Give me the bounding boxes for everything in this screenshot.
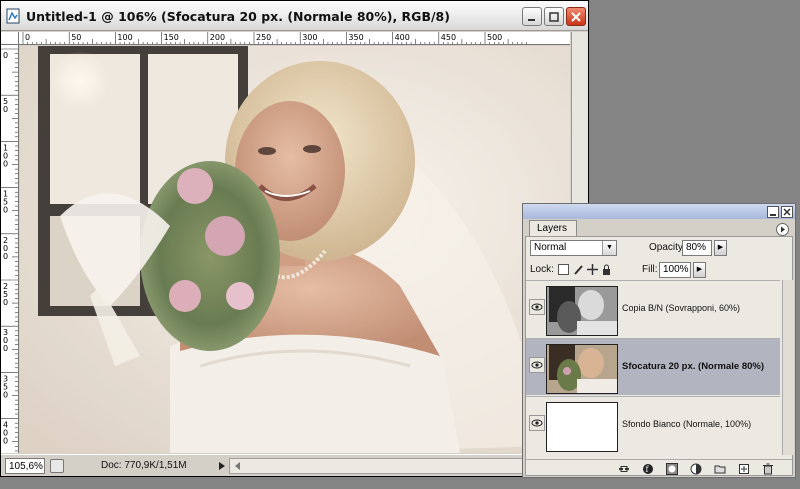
image-canvas[interactable]: [20, 46, 570, 453]
layers-panel: Layers Normal ▼ Opacity: 80% ▶ Lock: Fil…: [522, 203, 796, 478]
lock-all-icon[interactable]: [601, 264, 612, 275]
ruler-label: 500: [487, 33, 502, 42]
eye-icon: [531, 361, 543, 369]
lock-paint-icon[interactable]: [573, 264, 584, 275]
layer-name: Sfondo Bianco (Normale, 100%): [622, 419, 752, 429]
ruler-label: 100: [117, 33, 132, 42]
layer-visibility-toggle[interactable]: [529, 299, 545, 315]
layer-visibility-toggle[interactable]: [529, 357, 545, 373]
eye-icon: [531, 303, 543, 311]
ruler-label: 0: [25, 33, 30, 42]
ruler-label: 150: [164, 33, 179, 42]
maximize-button[interactable]: [544, 7, 564, 26]
layer-thumbnail: [546, 286, 618, 336]
ruler-label: 0: [3, 298, 8, 307]
ruler-label: 200: [210, 33, 225, 42]
eye-icon: [531, 419, 543, 427]
scroll-left-icon[interactable]: [231, 459, 245, 473]
lock-move-icon[interactable]: [587, 264, 598, 275]
layer-row[interactable]: Copia B/N (Sovrapponi, 60%): [526, 280, 780, 337]
horizontal-ruler[interactable]: 0 50 100 150 200 250 300 350 400 450 500: [19, 32, 570, 45]
ruler-label: 350: [348, 33, 363, 42]
blend-mode-value: Normal: [534, 242, 567, 253]
ruler-label: 0: [3, 51, 8, 60]
lock-transparency-icon[interactable]: [558, 264, 569, 275]
doc-size-info: Doc: 770,9K/1,51M: [101, 460, 187, 471]
layers-panel-body: Normal ▼ Opacity: 80% ▶ Lock: Fill: 100%…: [525, 236, 794, 477]
bride-photo: [20, 46, 570, 453]
close-icon: [571, 11, 581, 22]
fill-field[interactable]: 100%: [659, 262, 691, 278]
layer-style-icon[interactable]: f: [642, 463, 654, 475]
ruler-label: 0: [3, 252, 8, 261]
status-menu-arrow-icon[interactable]: [216, 459, 228, 473]
layers-scrollbar[interactable]: [782, 280, 794, 455]
document-title: Untitled-1 @ 106% (Sfocatura 20 px. (Nor…: [26, 9, 450, 24]
tab-layers[interactable]: Layers: [529, 220, 577, 237]
title-bar[interactable]: Untitled-1 @ 106% (Sfocatura 20 px. (Nor…: [1, 1, 588, 31]
trash-icon[interactable]: [762, 463, 774, 475]
horizontal-scrollbar[interactable]: [229, 458, 571, 474]
new-group-icon[interactable]: [714, 463, 726, 475]
ruler-label: 0: [3, 159, 8, 168]
layers-panel-footer: f: [526, 459, 792, 477]
ruler-label: 400: [395, 33, 410, 42]
ruler-label: 450: [441, 33, 456, 42]
panel-close-icon[interactable]: [781, 206, 793, 218]
minimize-button[interactable]: [522, 7, 542, 26]
ruler-label: 0: [3, 206, 8, 215]
ruler-ticks: 050100150200250300350400: [1, 48, 18, 452]
ruler-label: 300: [302, 33, 317, 42]
layer-row[interactable]: Sfondo Bianco (Normale, 100%): [526, 396, 780, 453]
document-window: Untitled-1 @ 106% (Sfocatura 20 px. (Nor…: [0, 0, 589, 477]
layers-panel-titlebar[interactable]: [523, 204, 795, 219]
status-info-icon[interactable]: [50, 459, 64, 473]
layer-thumbnail: [546, 344, 618, 394]
ruler-label: 0: [3, 390, 8, 399]
layer-visibility-toggle[interactable]: [529, 415, 545, 431]
minimize-icon: [528, 18, 535, 21]
ruler-label: 50: [71, 33, 81, 42]
panel-minimize-icon[interactable]: [767, 206, 779, 218]
ruler-label: 0: [3, 344, 8, 353]
close-button[interactable]: [566, 7, 586, 26]
photoshop-doc-icon: [6, 8, 20, 24]
ruler-corner[interactable]: [1, 32, 19, 45]
link-layers-icon[interactable]: [618, 463, 630, 475]
ruler-label: 0: [3, 105, 8, 114]
new-layer-icon[interactable]: [738, 463, 750, 475]
layer-mask-icon[interactable]: [666, 463, 678, 475]
layer-row-selected[interactable]: Sfocatura 20 px. (Normale 80%): [526, 338, 780, 395]
blend-mode-select[interactable]: Normal ▼: [530, 240, 617, 256]
layer-name: Copia B/N (Sovrapponi, 60%): [622, 303, 741, 313]
ruler-ticks: 0 50 100 150 200 250 300 350 400 450 500: [22, 32, 527, 44]
chevron-down-icon[interactable]: ▼: [602, 241, 616, 255]
panel-menu-icon[interactable]: [776, 223, 789, 236]
fill-slider-button[interactable]: ▶: [693, 262, 706, 278]
maximize-icon: [549, 11, 559, 22]
ruler-label: 0: [3, 437, 8, 446]
opacity-slider-button[interactable]: ▶: [714, 240, 727, 256]
layer-name: Sfocatura 20 px. (Normale 80%): [622, 361, 765, 372]
status-bar: 105,6% Doc: 770,9K/1,51M: [1, 454, 588, 476]
fill-label: Fill:: [642, 264, 658, 275]
vertical-ruler[interactable]: 050100150200250300350400: [1, 45, 19, 453]
lock-label: Lock:: [530, 264, 554, 275]
zoom-field[interactable]: 105,6%: [5, 458, 45, 474]
adjustment-layer-icon[interactable]: [690, 463, 702, 475]
opacity-field[interactable]: 80%: [682, 240, 712, 256]
ruler-label: 250: [256, 33, 271, 42]
layer-thumbnail: [546, 402, 618, 452]
opacity-label: Opacity:: [649, 242, 686, 253]
